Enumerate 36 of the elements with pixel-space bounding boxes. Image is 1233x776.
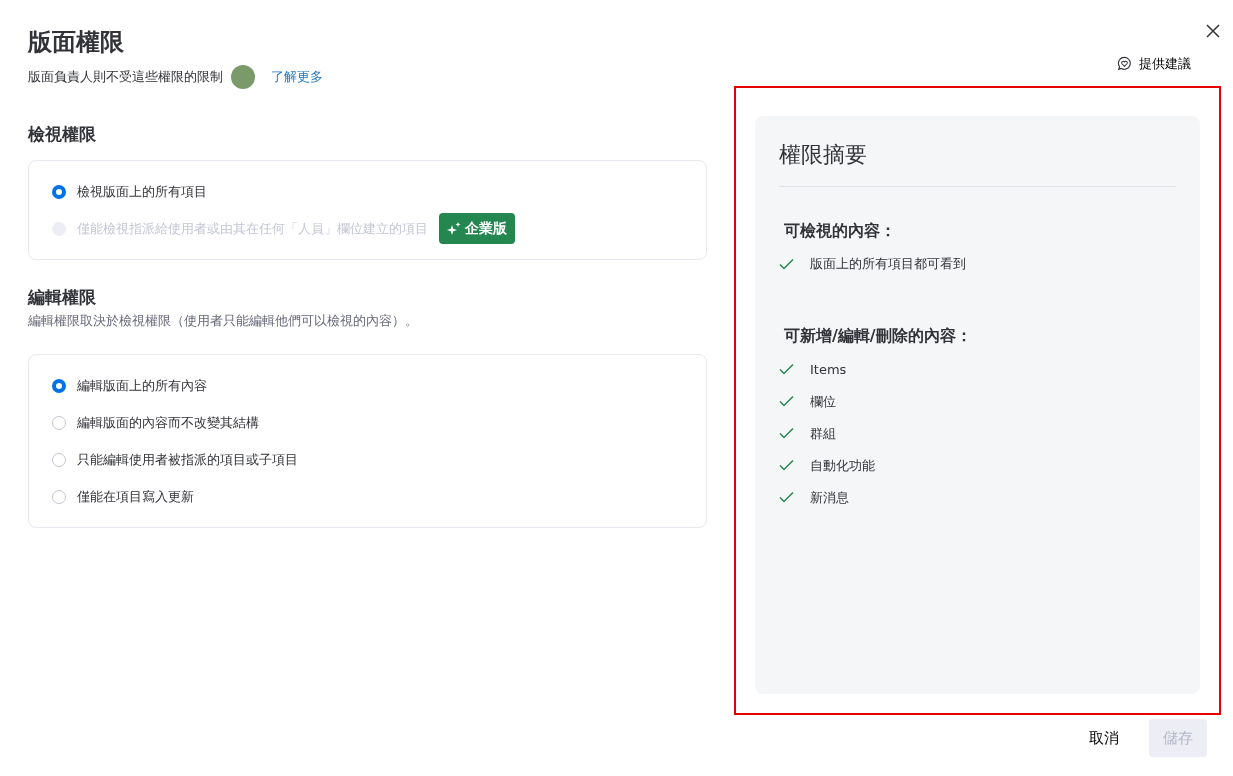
- radio-button[interactable]: [52, 184, 66, 199]
- group-heading: 可新增/編輯/刪除的內容：: [784, 326, 973, 346]
- section-title: 編輯權限: [28, 287, 97, 308]
- option-label: 編輯版面上的所有內容: [77, 377, 207, 396]
- summary-item: 版面上的所有項目都可看到: [810, 255, 966, 274]
- summary-item: Items: [810, 360, 847, 379]
- group-heading: 可檢視的內容：: [784, 220, 897, 241]
- enterprise-badge: 企業版: [439, 213, 515, 245]
- subtitle: 版面負責人則不受這些權限的限制: [28, 68, 223, 87]
- sparkle-icon: [447, 221, 461, 236]
- summary-item: 欄位: [810, 392, 836, 411]
- option-label: 僅能檢視指派給使用者或由其在任何「人員」欄位建立的項目: [77, 219, 428, 238]
- summary-item: 群組: [810, 424, 836, 443]
- check-icon: [779, 491, 794, 504]
- check-icon: [779, 427, 794, 440]
- section-title: 檢視權限: [28, 123, 97, 145]
- close-icon: [1205, 22, 1221, 39]
- dialog-title: 版面權限: [28, 28, 125, 57]
- cancel-button[interactable]: 取消: [1075, 718, 1133, 757]
- feedback-button[interactable]: 提供建議: [1117, 54, 1191, 74]
- option-label: 檢視版面上的所有項目: [77, 182, 207, 201]
- option-label: 編輯版面的內容而不改變其結構: [77, 414, 259, 433]
- radio-button[interactable]: [52, 378, 66, 393]
- check-icon: [779, 363, 794, 376]
- option-label: 只能編輯使用者被指派的項目或子項目: [77, 451, 298, 470]
- summary-item: 自動化功能: [810, 456, 875, 475]
- summary-item: 新消息: [810, 488, 849, 507]
- check-icon: [779, 258, 794, 271]
- check-icon: [779, 459, 794, 472]
- summary-title: 權限摘要: [779, 141, 1176, 187]
- option-label: 僅能在項目寫入更新: [77, 488, 194, 507]
- chat-heart-icon: [1117, 56, 1132, 72]
- check-icon: [779, 395, 794, 408]
- learn-more-link[interactable]: 了解更多: [271, 67, 323, 87]
- section-description: 編輯權限取決於檢視權限（使用者只能編輯他們可以檢視的內容）。: [28, 311, 419, 330]
- avatar: [231, 64, 255, 89]
